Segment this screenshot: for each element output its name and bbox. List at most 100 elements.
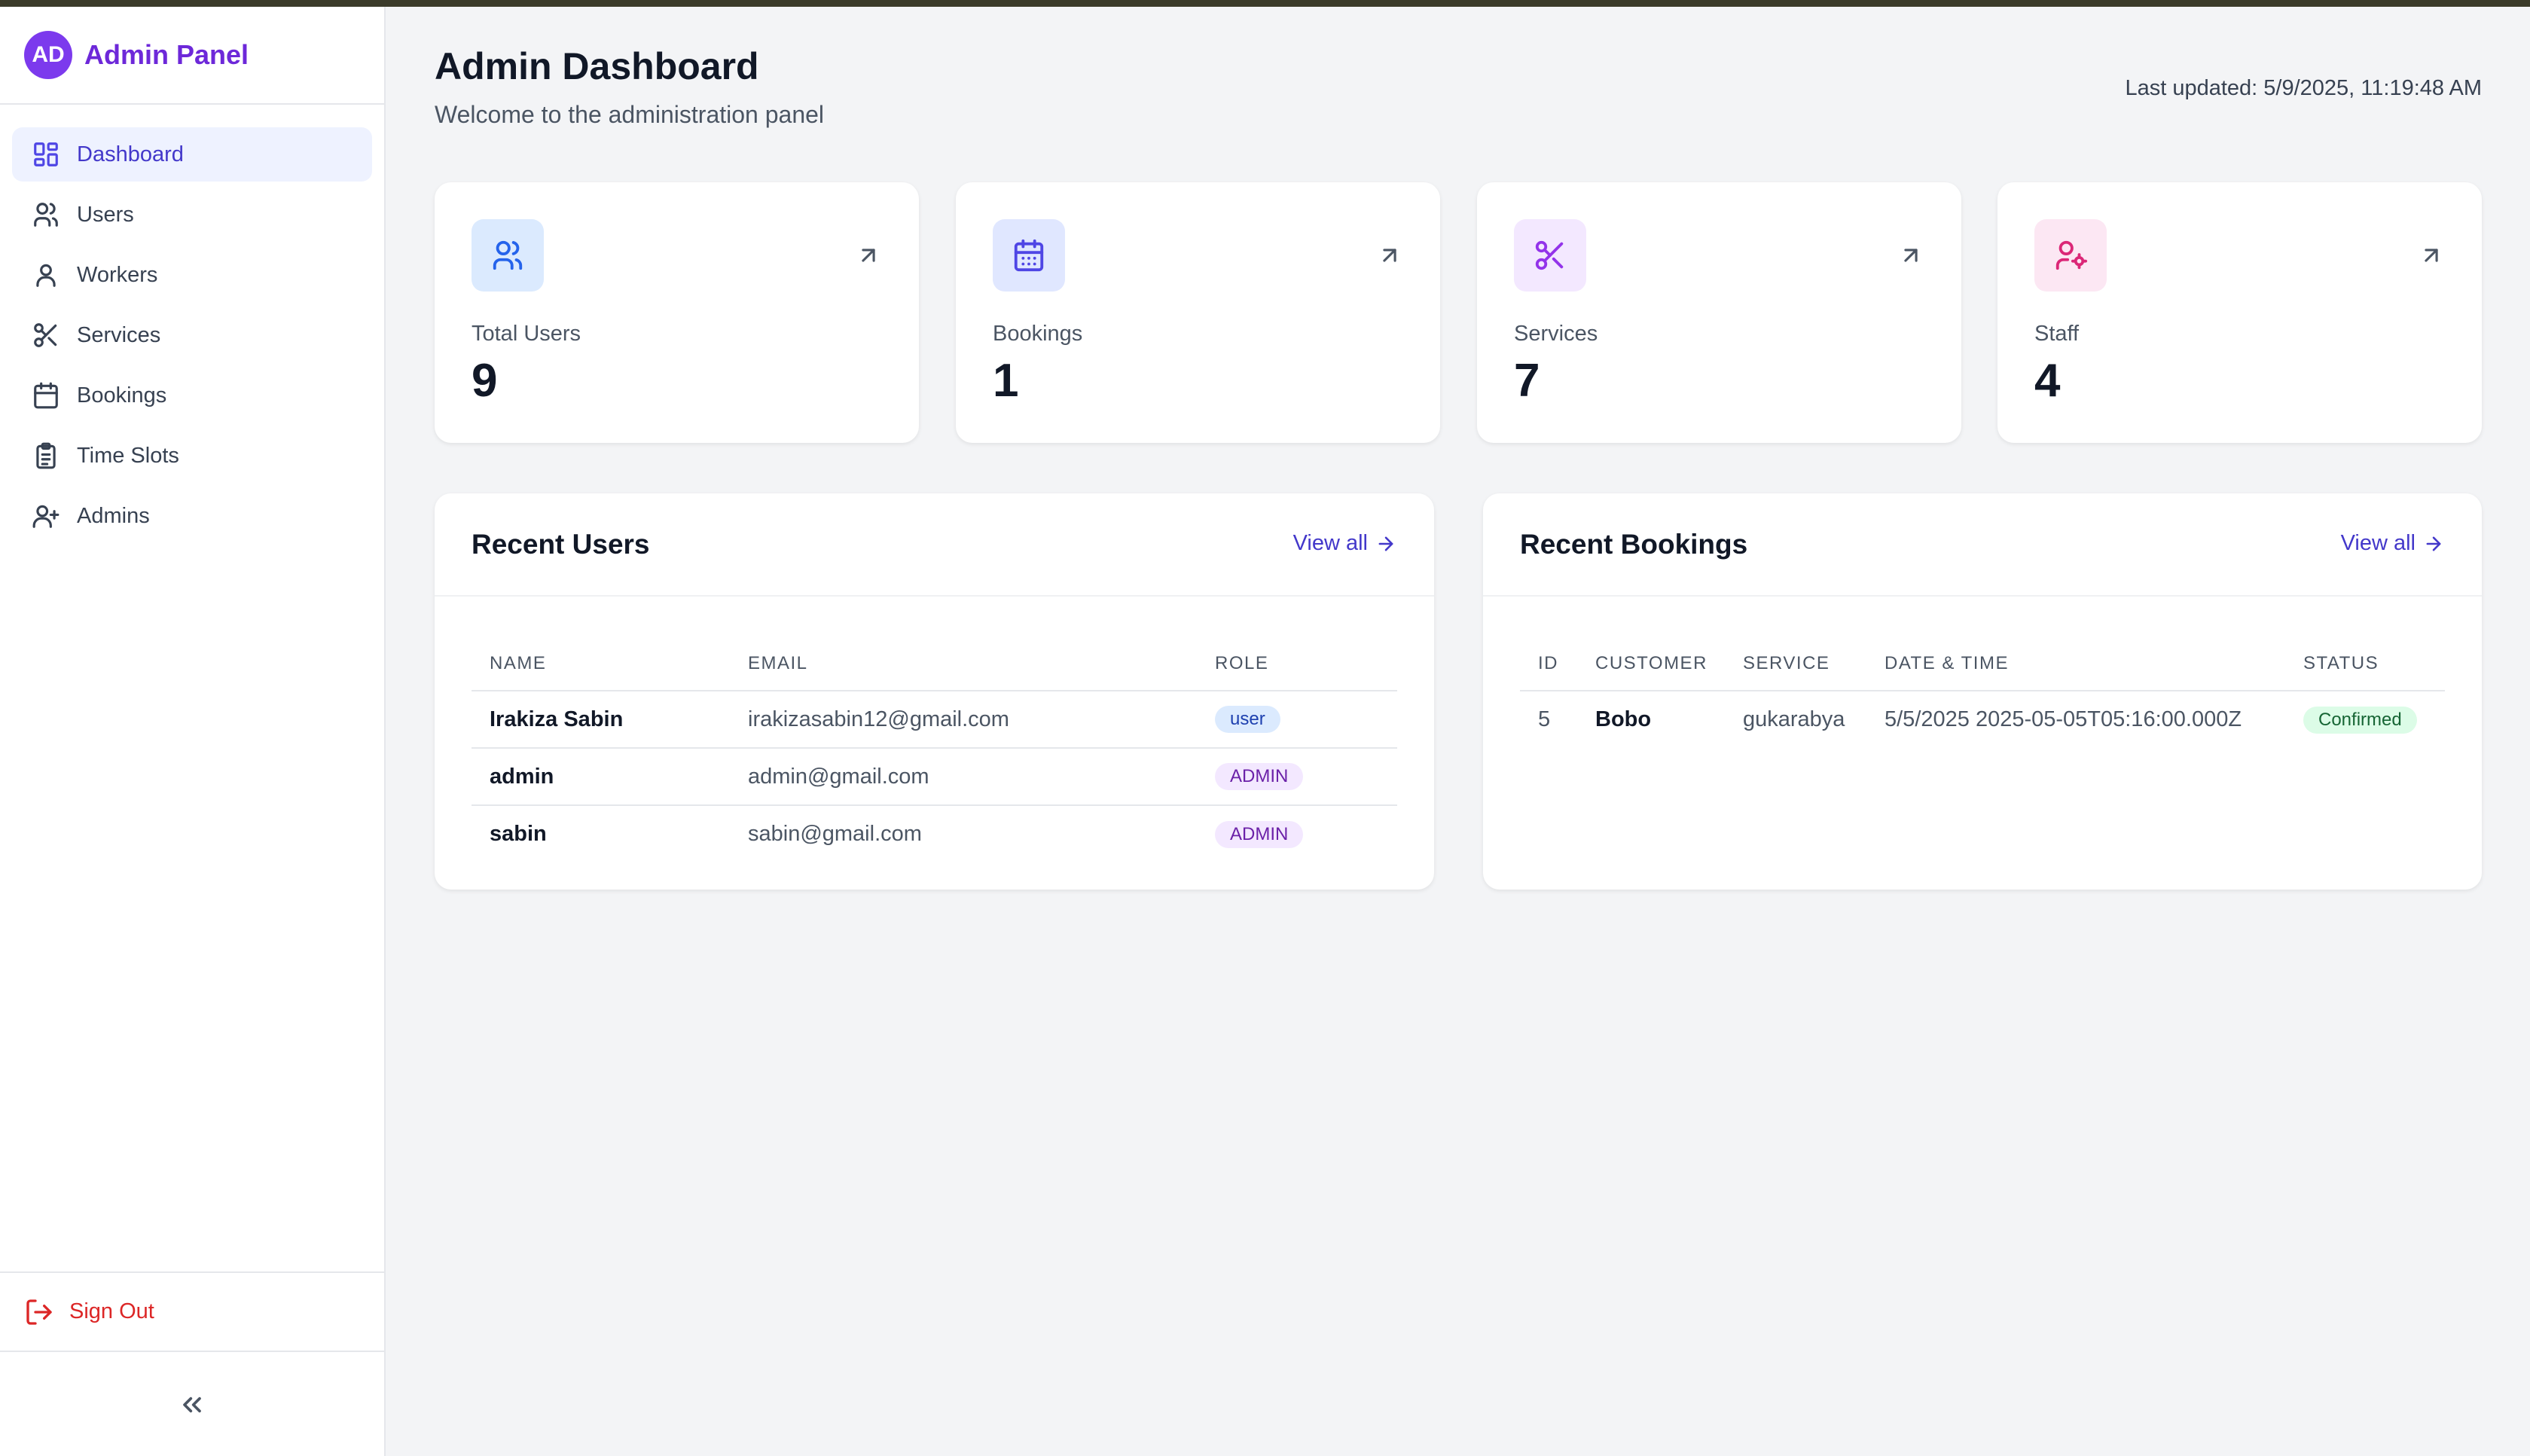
calendar-icon — [1014, 239, 1044, 272]
role-badge: ADMIN — [1215, 820, 1304, 848]
stats-row: Total Users 9 Bookings 1 Services 7 Staf… — [435, 182, 2482, 443]
page-subtitle: Welcome to the administration panel — [435, 101, 825, 128]
stat-icon-box — [993, 219, 1065, 292]
user-name: admin — [472, 748, 730, 806]
stat-icon-box — [1514, 219, 1586, 292]
sidebar: AD Admin Panel Dashboard Users Workers S… — [0, 7, 386, 1456]
sidebar-item-users[interactable]: Users — [12, 188, 372, 242]
sidebar-item-services[interactable]: Services — [12, 308, 372, 362]
user-plus-icon — [32, 505, 60, 528]
booking-id: 5 — [1538, 707, 1551, 731]
user-email: irakizasabin12@gmail.com — [730, 691, 1197, 749]
role-cell: ADMIN — [1197, 748, 1397, 806]
column-header: NAME — [472, 636, 730, 691]
sidebar-item-admins[interactable]: Admins — [12, 489, 372, 543]
sidebar-item-label: Dashboard — [77, 142, 184, 166]
booking-service: gukarabya — [1743, 707, 1845, 731]
view-all-bookings-link[interactable]: View all — [2341, 531, 2444, 556]
sidebar-nav: Dashboard Users Workers Services Booking… — [0, 105, 384, 543]
scissors-icon — [1535, 240, 1564, 270]
sidebar-item-bookings[interactable]: Bookings — [12, 368, 372, 423]
stat-label: Services — [1514, 322, 1598, 346]
column-header: ID — [1520, 636, 1577, 691]
view-all-label: View all — [1292, 531, 1368, 555]
arrow-right-icon — [1378, 536, 1393, 551]
recent-users-table: NAME EMAIL ROLE Irakiza Sabin irakizasab… — [472, 636, 1397, 862]
calendar-icon — [34, 382, 58, 409]
sidebar-item-label: Time Slots — [77, 443, 179, 468]
page-title: Admin Dashboard — [435, 45, 759, 87]
open-total-users-button[interactable] — [856, 243, 881, 268]
booking-customer: Bobo — [1595, 707, 1652, 731]
table-header-row: NAME EMAIL ROLE — [472, 636, 1397, 691]
column-header: DATE & TIME — [1866, 636, 2285, 691]
role-badge: user — [1215, 706, 1280, 733]
arrow-right-icon — [2426, 536, 2441, 551]
sign-out-label: Sign Out — [69, 1299, 154, 1323]
role-cell: user — [1197, 691, 1397, 749]
open-bookings-button[interactable] — [1377, 243, 1402, 268]
scissors-icon — [34, 323, 57, 347]
status-badge: Confirmed — [2303, 706, 2417, 734]
stat-label: Bookings — [993, 322, 1083, 346]
sidebar-item-time-slots[interactable]: Time Slots — [12, 429, 372, 483]
arrow-up-right-icon — [1904, 249, 1918, 262]
stat-label: Staff — [2034, 322, 2080, 346]
recent-users-panel: Recent Users View all NAME EMAIL ROLE Ir… — [435, 493, 1434, 890]
table-header-row: ID CUSTOMER SERVICE DATE & TIME STATUS — [1520, 636, 2445, 691]
sidebar-item-label: Users — [77, 202, 134, 227]
stat-card-services: Services 7 — [1477, 182, 1961, 443]
sign-out-button[interactable]: Sign Out — [0, 1271, 384, 1352]
status-cell: Confirmed — [2285, 691, 2445, 748]
chevrons-left-icon — [183, 1396, 201, 1413]
log-out-icon — [26, 1299, 52, 1325]
user-name: sabin — [490, 822, 547, 846]
sidebar-item-label: Bookings — [77, 383, 167, 407]
table-row[interactable]: 5 Bobo gukarabya 5/5/2025 2025-05-05T05:… — [1520, 691, 2445, 748]
brand: AD Admin Panel — [0, 7, 384, 105]
brand-title: Admin Panel — [84, 39, 249, 70]
open-services-button[interactable] — [1898, 243, 1924, 268]
window-top-bar — [0, 0, 2530, 7]
arrow-up-right-icon — [1383, 249, 1396, 262]
sidebar-item-label: Workers — [77, 262, 158, 287]
column-header: ROLE — [1197, 636, 1397, 691]
stat-card-bookings: Bookings 1 — [956, 182, 1440, 443]
panel-header: Recent Users View all — [435, 493, 1434, 597]
column-header: STATUS — [2285, 636, 2445, 691]
booking-datetime: 5/5/2025 2025-05-05T05:16:00.000Z — [1885, 707, 2242, 731]
table-row[interactable]: sabin sabin@gmail.com ADMIN — [472, 805, 1397, 862]
table-row[interactable]: Irakiza Sabin irakizasabin12@gmail.com u… — [472, 691, 1397, 749]
panel-title: Recent Bookings — [1520, 529, 1748, 560]
user-cog-icon — [2055, 240, 2088, 270]
stat-label: Total Users — [472, 322, 581, 346]
users-icon — [34, 203, 58, 227]
column-header: SERVICE — [1725, 636, 1866, 691]
clipboard-list-icon — [36, 442, 56, 469]
role-cell: ADMIN — [1197, 805, 1397, 862]
stat-card-total-users: Total Users 9 — [435, 182, 919, 443]
stat-value: 1 — [993, 355, 1019, 407]
stat-card-staff: Staff 4 — [1997, 182, 2482, 443]
sidebar-item-workers[interactable]: Workers — [12, 248, 372, 302]
sidebar-item-dashboard[interactable]: Dashboard — [12, 127, 372, 182]
recent-bookings-table: ID CUSTOMER SERVICE DATE & TIME STATUS 5… — [1520, 636, 2445, 748]
recent-bookings-panel: Recent Bookings View all ID CUSTOMER SER… — [1483, 493, 2482, 890]
view-all-label: View all — [2340, 531, 2416, 555]
collapse-sidebar-button[interactable] — [0, 1352, 384, 1456]
user-name: Irakiza Sabin — [472, 691, 730, 749]
last-updated-text: Last updated: 5/9/2025, 11:19:48 AM — [2125, 76, 2482, 100]
stat-value: 7 — [1514, 355, 1540, 407]
stat-icon-box — [2034, 219, 2107, 292]
arrow-up-right-icon — [862, 249, 875, 262]
sidebar-item-label: Services — [77, 322, 161, 347]
view-all-users-link[interactable]: View all — [1293, 531, 1396, 556]
column-header: CUSTOMER — [1577, 636, 1725, 691]
role-badge: ADMIN — [1215, 763, 1304, 790]
open-staff-button[interactable] — [2419, 243, 2444, 268]
dashboard-icon — [34, 142, 58, 166]
brand-avatar: AD — [24, 31, 72, 79]
sidebar-item-label: Admins — [77, 503, 150, 528]
table-row[interactable]: admin admin@gmail.com ADMIN — [472, 748, 1397, 806]
user-icon — [36, 264, 56, 287]
